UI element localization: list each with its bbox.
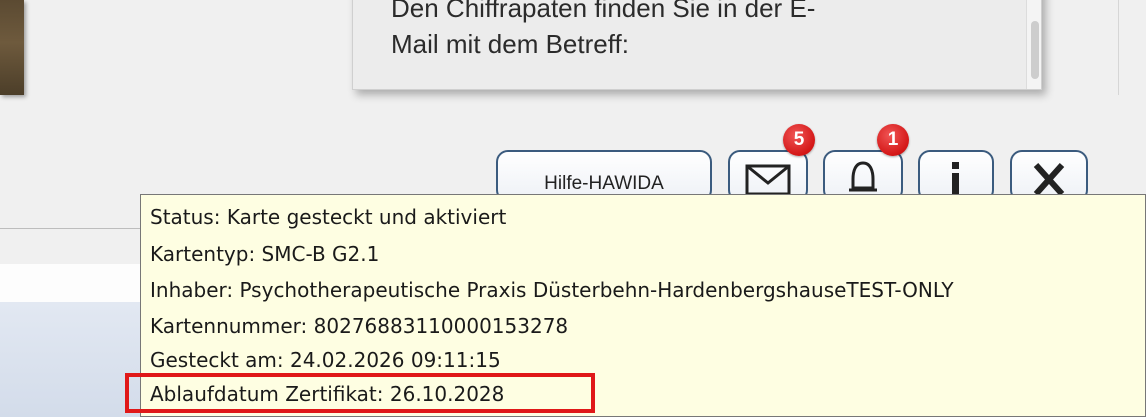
- message-panel: Den Chiffrapaten finden Sie in der E- Mai…: [352, 0, 1042, 90]
- message-scrollbar[interactable]: [1026, 0, 1041, 89]
- tooltip-status: Status: Karte gesteckt und aktiviert: [150, 205, 507, 229]
- close-icon: [1033, 162, 1065, 197]
- message-text: Den Chiffrapaten finden Sie in der E- Mai…: [391, 0, 1011, 62]
- info-icon: [952, 162, 959, 194]
- tooltip-card-number: Kartennummer: 80276883110000153278: [150, 314, 569, 338]
- panel-divider: [1118, 0, 1119, 95]
- bell-icon: [849, 161, 877, 192]
- message-line-2: Mail mit dem Betreff:: [391, 29, 629, 59]
- tooltip-owner: Inhaber: Psychotherapeutische Praxis Düs…: [150, 278, 954, 302]
- input-area[interactable]: [0, 264, 140, 302]
- mail-icon: [745, 164, 791, 196]
- tooltip-inserted-at: Gesteckt am: 24.02.2026 09:11:15: [150, 348, 501, 372]
- mail-count-badge: 5: [783, 124, 815, 156]
- message-line-1: Den Chiffrapaten finden Sie in der E-: [391, 0, 816, 23]
- tooltip-card-type: Kartentyp: SMC-B G2.1: [150, 242, 380, 266]
- expiry-highlight-box: [125, 373, 595, 413]
- notification-count-badge: 1: [877, 124, 909, 156]
- user-photo: [0, 0, 24, 95]
- scrollbar-thumb[interactable]: [1031, 21, 1039, 79]
